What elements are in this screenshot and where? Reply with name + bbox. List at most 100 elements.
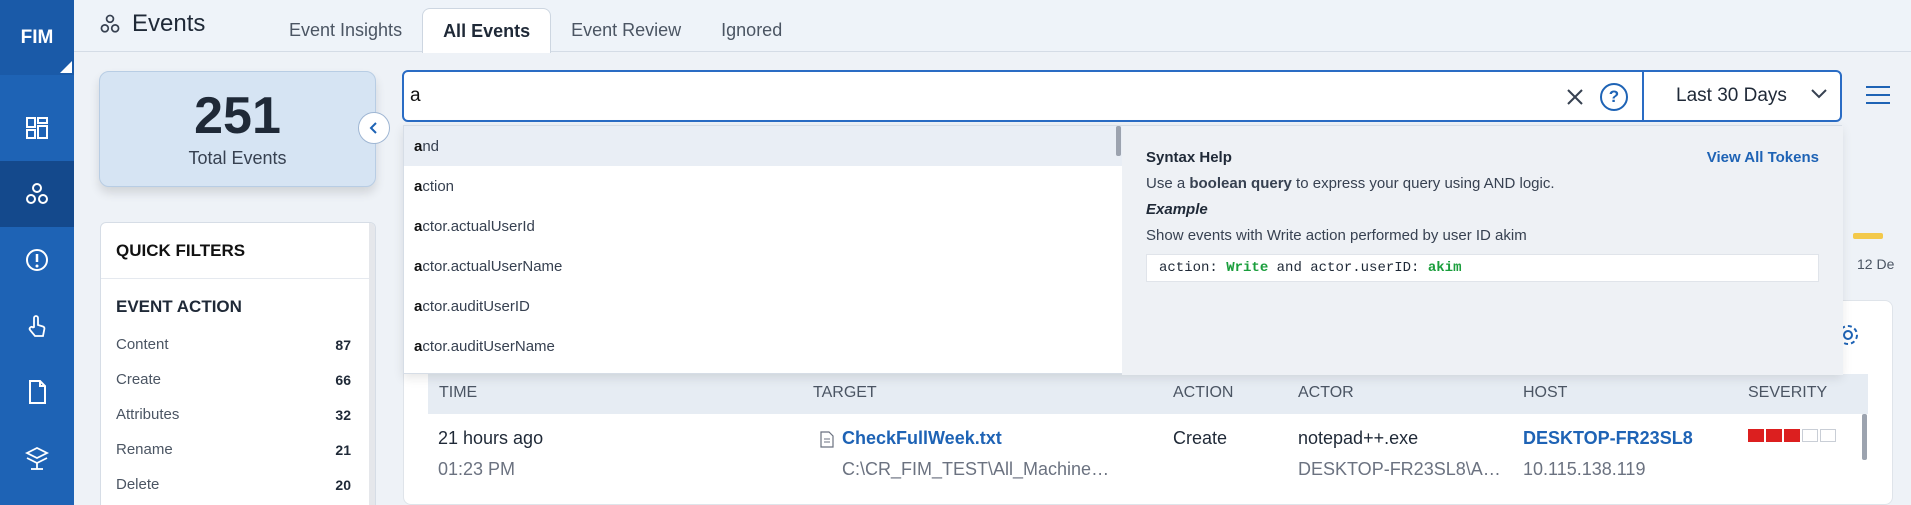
total-events-label: Total Events — [188, 148, 287, 168]
severity-block — [1820, 429, 1836, 442]
event-host-ip: 10.115.138.119 — [1523, 459, 1646, 479]
chevron-down-icon — [1811, 89, 1827, 99]
chart-bar-fragment — [1853, 233, 1883, 239]
event-action: Create — [1173, 428, 1228, 448]
syntax-help-panel: Syntax Help View All Tokens Use a boolea… — [1122, 126, 1843, 375]
sidebar-item-network[interactable] — [0, 425, 74, 491]
example-label: Example — [1146, 201, 1208, 218]
quick-filters-panel: QUICK FILTERS EVENT ACTION Content 87 Cr… — [100, 222, 376, 505]
suggestion-match: a — [414, 137, 423, 155]
desc-text: Use a — [1146, 175, 1190, 192]
date-range-select[interactable]: Last 30 Days — [1642, 70, 1844, 122]
suggestion-item[interactable]: a nd — [404, 126, 1122, 166]
suggestion-rest: ctor.actualUserName — [422, 257, 563, 275]
column-header-target[interactable]: TARGET — [813, 384, 877, 402]
close-icon — [1567, 89, 1583, 105]
column-header-severity[interactable]: SEVERITY — [1748, 384, 1827, 402]
clear-search-button[interactable] — [1560, 82, 1590, 112]
header: Events Event Insights All Events Event R… — [74, 0, 1911, 53]
chart-axis-label: 12 De — [1857, 256, 1895, 272]
suggestion-match: a — [414, 297, 423, 315]
sidebar-item-events[interactable] — [0, 161, 74, 227]
help-button[interactable]: ? — [1600, 83, 1628, 111]
tab-event-insights[interactable]: Event Insights — [269, 8, 422, 53]
sidebar-item-touch[interactable] — [0, 293, 74, 359]
filter-item-attributes[interactable]: Attributes 32 — [101, 397, 375, 432]
view-all-tokens-link[interactable]: View All Tokens — [1707, 149, 1819, 166]
example-description: Show events with Write action performed … — [1146, 227, 1527, 244]
filter-item-label: Content — [116, 336, 169, 353]
app-logo-text: FIM — [20, 26, 54, 48]
quick-filters-title: QUICK FILTERS — [101, 223, 375, 279]
hamburger-menu-icon[interactable] — [1865, 84, 1891, 106]
filter-section-title: EVENT ACTION — [116, 297, 242, 316]
desc-text: to express your query using AND logic. — [1291, 175, 1555, 192]
event-target-link[interactable]: CheckFullWeek.txt — [842, 428, 1002, 449]
event-actor: notepad++.exe — [1298, 428, 1419, 448]
suggestion-item[interactable]: a ctor.actualUserId — [404, 206, 1122, 246]
file-icon — [820, 431, 834, 448]
filter-item-content[interactable]: Content 87 — [101, 327, 375, 362]
filter-item-count: 66 — [335, 371, 351, 388]
logo-corner-marker — [60, 61, 72, 73]
code-key: and actor.userID: — [1268, 260, 1428, 276]
table-header: TIME TARGET ACTION ACTOR HOST SEVERITY — [428, 374, 1868, 414]
code-key: action: — [1159, 260, 1227, 276]
app-logo[interactable]: FIM — [0, 0, 74, 75]
event-time-sub: 01:23 PM — [438, 459, 516, 479]
suggestion-match: a — [414, 177, 423, 195]
sidebar-item-alerts[interactable] — [0, 227, 74, 293]
sidebar-item-dashboard[interactable] — [0, 95, 74, 161]
column-header-actor[interactable]: ACTOR — [1298, 384, 1354, 402]
filter-item-label: Delete — [116, 476, 160, 493]
table-scrollbar[interactable] — [1862, 414, 1867, 460]
severity-block — [1802, 429, 1818, 442]
suggestion-rest: nd — [422, 137, 440, 155]
events-icon — [26, 183, 48, 204]
column-header-time[interactable]: TIME — [439, 384, 477, 402]
suggestion-item[interactable]: a ctor.auditUserID — [404, 286, 1122, 326]
severity-block — [1748, 429, 1764, 442]
column-header-host[interactable]: HOST — [1523, 384, 1567, 402]
event-host-link[interactable]: DESKTOP-FR23SL8 — [1523, 428, 1693, 449]
filter-item-rename[interactable]: Rename 21 — [101, 432, 375, 467]
suggestion-match: a — [414, 337, 423, 355]
column-header-action[interactable]: ACTION — [1173, 384, 1233, 402]
suggestion-item[interactable]: a ctor.auditUserName — [404, 326, 1122, 366]
suggestion-rest: ctor.actualUserId — [422, 217, 535, 235]
code-value: akim — [1427, 260, 1462, 276]
suggestion-rest: ctor.auditUserName — [422, 337, 555, 355]
tab-all-events[interactable]: All Events — [422, 8, 552, 53]
quick-filters-scrollbar[interactable] — [369, 223, 375, 505]
suggestion-item[interactable]: a ctor.actualUserName — [404, 246, 1122, 286]
filter-item-count: 32 — [335, 406, 351, 423]
suggestion-item[interactable]: a ction — [404, 166, 1122, 206]
alert-icon — [26, 249, 48, 271]
filter-item-label: Attributes — [116, 406, 180, 423]
collapse-panel-button[interactable] — [358, 112, 390, 144]
tab-event-review[interactable]: Event Review — [551, 8, 701, 53]
autocomplete-dropdown: a nd a ction a ctor.actualUserId a ctor.actu… — [403, 125, 1843, 375]
table-row[interactable]: 21 hours ago 01:23 PM CheckFullWeek.txt … — [428, 414, 1868, 505]
filter-item-label: Create — [116, 371, 162, 388]
date-range-value: Last 30 Days — [1676, 85, 1787, 106]
sidebar-item-documents[interactable] — [0, 359, 74, 425]
filter-item-create[interactable]: Create 66 — [101, 362, 375, 397]
search-input[interactable] — [410, 82, 1510, 110]
event-time: 21 hours ago — [438, 428, 544, 448]
filter-item-count: 21 — [335, 441, 351, 458]
page-title-text: Events — [132, 10, 206, 37]
example-code: action: Write and actor.userID: akim — [1146, 254, 1819, 282]
tab-ignored[interactable]: Ignored — [701, 8, 802, 53]
event-target-path: C:\CR_FIM_TEST\All_Machine… — [842, 459, 1110, 479]
desc-bold: boolean query — [1189, 175, 1292, 192]
filter-item-delete[interactable]: Delete 20 — [101, 467, 375, 502]
total-events-card: 251 Total Events — [99, 71, 376, 187]
network-icon — [24, 446, 50, 470]
search-bar: ? Last 30 Days — [402, 70, 1842, 122]
suggestion-scrollbar[interactable] — [1116, 126, 1121, 156]
touch-icon — [28, 315, 46, 337]
suggestion-match: a — [414, 217, 423, 235]
event-actor-sub: DESKTOP-FR23SL8\A… — [1298, 459, 1501, 479]
sidebar: FIM — [0, 0, 74, 505]
